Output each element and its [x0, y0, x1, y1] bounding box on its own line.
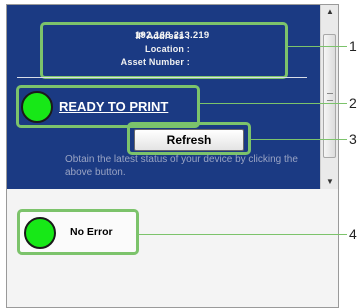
callout-number-3: 3 — [349, 131, 357, 147]
location-label: Location : — [145, 44, 190, 54]
vertical-scrollbar[interactable]: ▲ ▼ — [320, 5, 338, 189]
refresh-button[interactable]: Refresh — [134, 129, 244, 151]
scroll-down-icon[interactable]: ▼ — [321, 175, 339, 189]
asset-number-label: Asset Number : — [120, 57, 190, 67]
divider — [17, 77, 307, 78]
scroll-up-icon[interactable]: ▲ — [321, 5, 339, 19]
callout-line-2 — [199, 103, 347, 104]
callout-line-1 — [287, 46, 347, 47]
grip-icon — [327, 93, 333, 101]
ready-status-text[interactable]: READY TO PRINT — [59, 99, 168, 114]
callout-number-2: 2 — [349, 95, 357, 111]
error-status-text: No Error — [70, 226, 113, 238]
refresh-hint: Obtain the latest status of your device … — [65, 154, 298, 178]
status-panel: IP Address : 192.168.213.219 Location : … — [7, 5, 320, 189]
status-led-icon — [21, 91, 53, 123]
ip-address-value: 192.168.213.219 — [135, 30, 210, 41]
callout-line-4 — [138, 234, 347, 235]
callout-number-1: 1 — [349, 38, 357, 54]
printer-status-window: IP Address : 192.168.213.219 Location : … — [6, 4, 339, 308]
error-led-icon — [24, 217, 56, 249]
callout-number-4: 4 — [349, 226, 357, 242]
error-panel: No Error — [7, 190, 338, 307]
callout-line-3 — [250, 139, 347, 140]
